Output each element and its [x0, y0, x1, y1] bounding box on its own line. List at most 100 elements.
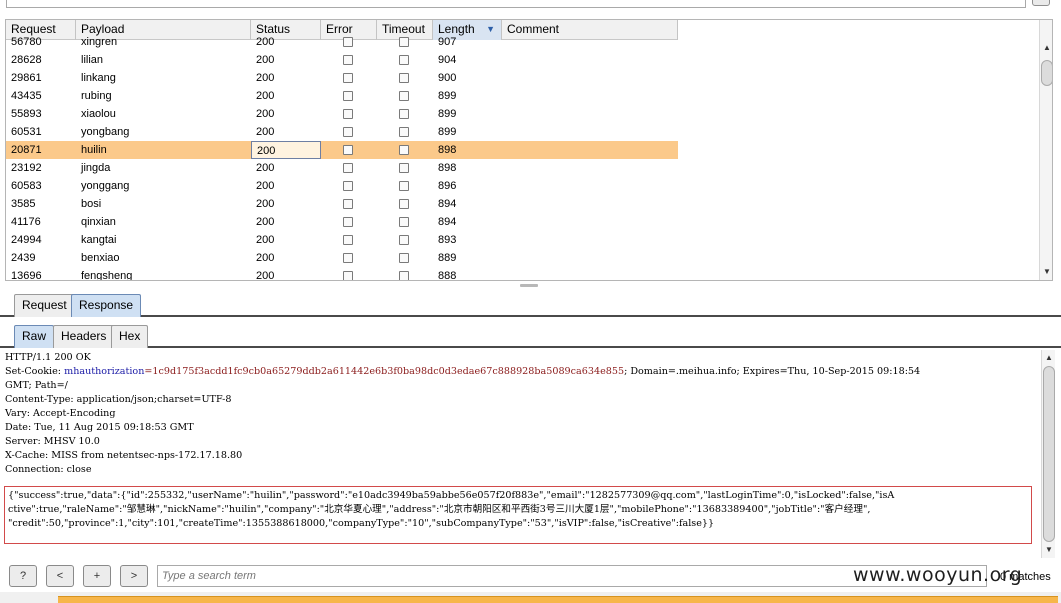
top-corner-button[interactable]: [1032, 0, 1050, 6]
error-checkbox[interactable]: [343, 253, 353, 263]
payload-cell: kangtai: [81, 234, 117, 246]
comment-cell: [502, 33, 678, 51]
error-cell: [321, 213, 377, 231]
status-cell: 200: [256, 72, 275, 84]
table-row[interactable]: 2439 benxiao 200 889: [6, 249, 678, 267]
tab-response[interactable]: Response: [71, 294, 142, 317]
error-checkbox[interactable]: [343, 181, 353, 191]
timeout-cell: [377, 87, 433, 105]
length-cell: 888: [438, 270, 457, 281]
status-cell: 200: [256, 108, 275, 120]
request-cell: 13696: [11, 270, 42, 281]
status-cell: 200: [256, 270, 275, 281]
table-row[interactable]: 43435 rubing 200 899: [6, 87, 678, 105]
error-checkbox[interactable]: [343, 109, 353, 119]
length-cell: 889: [438, 252, 457, 264]
payload-cell: fengsheng: [81, 270, 133, 281]
timeout-cell: [377, 69, 433, 87]
add-button[interactable]: +: [83, 565, 111, 587]
timeout-checkbox[interactable]: [399, 91, 409, 101]
error-checkbox[interactable]: [343, 145, 353, 155]
timeout-checkbox[interactable]: [399, 217, 409, 227]
timeout-checkbox[interactable]: [399, 181, 409, 191]
scroll-up-icon[interactable]: ▲: [1041, 42, 1052, 54]
error-cell: [321, 105, 377, 123]
scroll-up-icon[interactable]: ▲: [1043, 352, 1055, 364]
response-scrollbar[interactable]: ▲ ▼: [1041, 350, 1055, 558]
error-cell: [321, 33, 377, 51]
table-row[interactable]: 13696 fengsheng 200 888: [6, 267, 678, 281]
tab-headers[interactable]: Headers: [53, 325, 115, 348]
scroll-down-icon[interactable]: ▼: [1043, 544, 1055, 556]
error-checkbox[interactable]: [343, 127, 353, 137]
results-scrollbar[interactable]: ▲ ▼: [1039, 20, 1052, 280]
timeout-checkbox[interactable]: [399, 253, 409, 263]
timeout-checkbox[interactable]: [399, 73, 409, 83]
length-cell: 899: [438, 108, 457, 120]
error-checkbox[interactable]: [343, 55, 353, 65]
table-row[interactable]: 41176 qinxian 200 894: [6, 213, 678, 231]
tab-hex[interactable]: Hex: [111, 325, 149, 348]
error-checkbox[interactable]: [343, 217, 353, 227]
table-row[interactable]: 20871 huilin 200 898: [6, 141, 678, 159]
next-button[interactable]: >: [120, 565, 148, 587]
comment-cell: [502, 249, 678, 267]
timeout-checkbox[interactable]: [399, 145, 409, 155]
table-row[interactable]: 56780 xingren 200 907: [6, 33, 678, 51]
table-body: 56780 xingren 200 907 28628 lilian 200 904 29861…: [6, 36, 678, 281]
help-button[interactable]: ?: [9, 565, 37, 587]
request-cell: 41176: [11, 216, 41, 228]
error-checkbox[interactable]: [343, 235, 353, 245]
timeout-checkbox[interactable]: [399, 127, 409, 137]
request-cell: 2439: [11, 252, 36, 264]
error-checkbox[interactable]: [343, 73, 353, 83]
table-row[interactable]: 23192 jingda 200 898: [6, 159, 678, 177]
table-row[interactable]: 29861 linkang 200 900: [6, 69, 678, 87]
status-progress-bar: [58, 596, 1058, 603]
scroll-thumb[interactable]: [1041, 60, 1052, 86]
length-cell: 894: [438, 216, 457, 228]
length-cell: 894: [438, 198, 457, 210]
error-cell: [321, 267, 377, 280]
table-row[interactable]: 60583 yonggang 200 896: [6, 177, 678, 195]
timeout-checkbox[interactable]: [399, 163, 409, 173]
table-row[interactable]: 28628 lilian 200 904: [6, 51, 678, 69]
error-checkbox[interactable]: [343, 37, 353, 47]
tab-raw[interactable]: Raw: [14, 325, 55, 348]
timeout-checkbox[interactable]: [399, 199, 409, 209]
status-strip: [0, 592, 1061, 603]
table-row[interactable]: 55893 xiaolou 200 899: [6, 105, 678, 123]
error-checkbox[interactable]: [343, 91, 353, 101]
error-checkbox[interactable]: [343, 163, 353, 173]
error-checkbox[interactable]: [343, 199, 353, 209]
table-row[interactable]: 3585 bosi 200 894: [6, 195, 678, 213]
scroll-thumb[interactable]: [1043, 366, 1055, 542]
json-body-highlight: {"success":true,"data":{"id":255332,"use…: [4, 486, 1032, 544]
header-line: Server: MHSV 10.0: [5, 436, 100, 447]
length-cell: 896: [438, 180, 457, 192]
timeout-checkbox[interactable]: [399, 37, 409, 47]
header-line: X-Cache: MISS from netentsec-nps-172.17.…: [5, 450, 243, 461]
filter-field[interactable]: [6, 0, 1026, 8]
previous-button[interactable]: <: [46, 565, 74, 587]
timeout-checkbox[interactable]: [399, 271, 409, 280]
table-row[interactable]: 60531 yongbang 200 899: [6, 123, 678, 141]
payload-cell: yonggang: [81, 180, 130, 192]
payload-cell: linkang: [81, 72, 116, 84]
timeout-checkbox[interactable]: [399, 55, 409, 65]
length-cell: 898: [438, 162, 457, 174]
scroll-down-icon[interactable]: ▼: [1041, 266, 1052, 278]
timeout-cell: [377, 123, 433, 141]
table-row[interactable]: 24994 kangtai 200 893: [6, 231, 678, 249]
tab-request[interactable]: Request: [14, 294, 75, 317]
raw-response-view[interactable]: HTTP/1.1 200 OK Set-Cookie: mhauthorizat…: [0, 350, 1041, 558]
comment-cell: [502, 141, 678, 159]
timeout-checkbox[interactable]: [399, 235, 409, 245]
timeout-checkbox[interactable]: [399, 109, 409, 119]
error-checkbox[interactable]: [343, 271, 353, 280]
header-line: Vary: Accept-Encoding: [5, 408, 116, 419]
status-cell: 200: [256, 180, 275, 192]
splitter-handle[interactable]: [520, 284, 538, 287]
panel-splitter[interactable]: [0, 283, 1061, 291]
payload-cell: benxiao: [81, 252, 120, 264]
